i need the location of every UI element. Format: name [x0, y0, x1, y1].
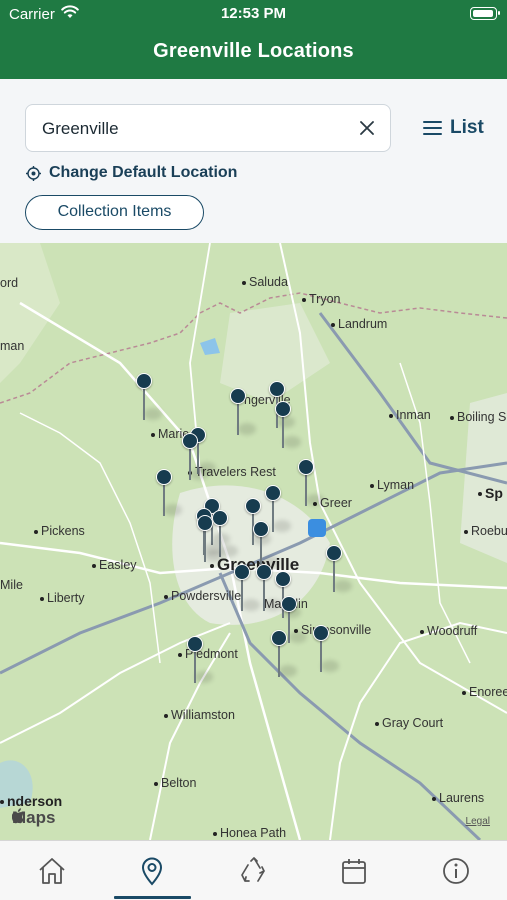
map-label-boiling-springs: Boiling S — [450, 410, 506, 424]
map-pin[interactable] — [180, 433, 208, 483]
map-label-saluda: Saluda — [242, 275, 288, 289]
list-button-label: List — [450, 117, 484, 138]
map-label-man: man — [0, 339, 25, 353]
map-label-ord: ord — [0, 276, 19, 290]
airport-icon — [308, 519, 326, 537]
map-label-roebuck: Roebu — [464, 524, 507, 538]
map-label-lyman: Lyman — [370, 478, 414, 492]
map-pin[interactable] — [269, 630, 297, 680]
tab-bar — [0, 840, 507, 900]
recycle-icon[interactable] — [238, 855, 270, 887]
map-pin[interactable] — [154, 469, 182, 519]
map-label-landrum: Landrum — [331, 317, 387, 331]
map-label-laurens: Laurens — [432, 791, 484, 805]
collection-items-button[interactable]: Collection Items — [25, 195, 204, 230]
location-pin-icon[interactable] — [136, 855, 168, 887]
map-label-gray-court: Gray Court — [375, 716, 443, 730]
map-pin[interactable] — [134, 373, 162, 423]
selected-tab-indicator — [114, 896, 191, 899]
apple-logo-icon — [12, 808, 24, 824]
list-button[interactable]: List — [423, 115, 484, 141]
page-title: Greenville Locations — [153, 40, 354, 62]
map-pin[interactable] — [232, 564, 260, 614]
map-label-pickens: Pickens — [34, 524, 85, 538]
clock: 12:53 PM — [220, 5, 287, 22]
map-label-powdersville: Powdersville — [164, 589, 241, 603]
map-label-honea-path: Honea Path — [213, 826, 286, 840]
map-label-woodruff: Woodruff — [420, 624, 477, 638]
map-label-easley: Easley — [92, 558, 137, 572]
calendar-icon[interactable] — [338, 855, 370, 887]
map-label-liberty: Liberty — [40, 591, 85, 605]
battery-icon — [470, 7, 500, 20]
search-input[interactable]: Greenville — [25, 104, 391, 152]
app-header: Carrier 12:53 PM Greenville Locations — [0, 0, 507, 79]
map-label-belton: Belton — [154, 776, 196, 790]
home-icon[interactable] — [36, 855, 68, 887]
map-label-spartanburg: Sp — [478, 485, 503, 501]
search-panel: Greenville List Change Default Location … — [0, 79, 507, 243]
maps-attribution: Maps — [12, 808, 55, 828]
status-bar: Carrier 12:53 PM — [0, 0, 507, 28]
map-pin[interactable] — [311, 625, 339, 675]
map-pin[interactable] — [324, 545, 352, 595]
search-input-value: Greenville — [42, 119, 119, 138]
map-label-anderson: nderson — [0, 793, 62, 809]
crosshair-icon — [26, 165, 41, 181]
map-pin[interactable] — [185, 636, 213, 686]
map-label-enoree: Enoree — [462, 685, 507, 699]
change-default-location-link[interactable]: Change Default Location — [26, 164, 237, 182]
map-label-mile: Mile — [0, 578, 23, 592]
map-pin[interactable] — [228, 388, 256, 438]
map-view[interactable]: ord Saluda Tryon Landrum man Inman Boili… — [0, 243, 507, 840]
map-pin[interactable] — [254, 564, 282, 614]
info-icon[interactable] — [440, 855, 472, 887]
list-icon — [423, 121, 442, 135]
map-label-tryon: Tryon — [302, 292, 341, 306]
legal-link[interactable]: Legal — [466, 816, 490, 827]
map-pin[interactable] — [195, 515, 223, 565]
clear-icon[interactable] — [356, 117, 378, 139]
change-location-label: Change Default Location — [49, 164, 238, 181]
map-pin[interactable] — [273, 401, 301, 451]
map-label-inman: Inman — [389, 408, 431, 422]
map-label-williamston: Williamston — [164, 708, 235, 722]
map-pin[interactable] — [296, 459, 324, 509]
